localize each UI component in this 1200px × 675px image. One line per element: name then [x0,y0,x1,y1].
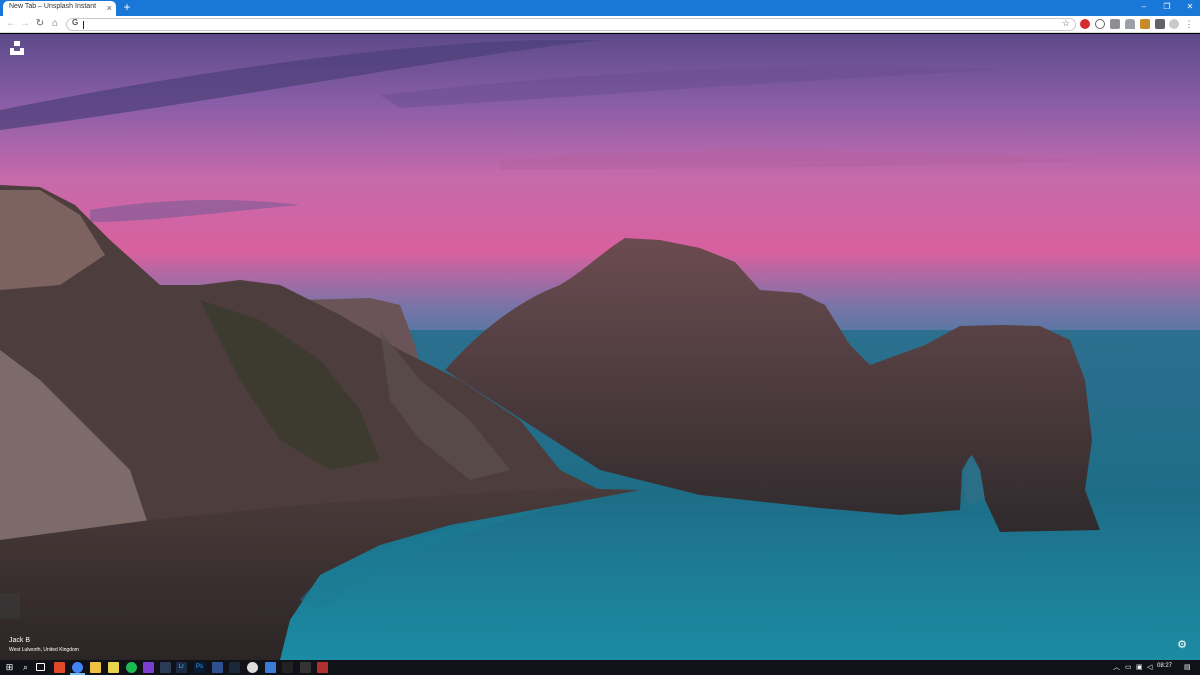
tab-close-icon[interactable]: × [107,2,112,14]
chrome-icon[interactable] [72,662,83,673]
extension-orange-icon[interactable] [1140,19,1150,29]
app-purple-icon[interactable] [143,662,154,673]
tray-app-icon[interactable]: ▣ [1136,663,1143,672]
browser-toolbar: ← → ↻ ⌂ G ☆ ⋮ [0,16,1200,33]
forward-icon[interactable]: → [19,18,31,30]
app-grid-icon[interactable] [265,662,276,673]
text-caret [83,21,84,29]
close-window-button[interactable]: ✕ [1177,0,1200,15]
back-icon[interactable]: ← [5,18,17,30]
address-bar[interactable]: G ☆ [66,18,1076,31]
taskbar-clock[interactable]: 08:27 [1157,663,1172,669]
app-round-icon[interactable] [247,662,258,673]
app-dark-icon[interactable] [160,662,171,673]
brave-browser-icon[interactable] [54,662,65,673]
spotify-icon[interactable] [126,662,137,673]
settings-gear-icon[interactable]: ⚙ [1176,639,1188,651]
extension-red-icon[interactable] [1080,19,1090,29]
bookmark-star-icon[interactable]: ☆ [1062,18,1070,29]
adobe-ps-icon[interactable]: Ps [194,662,205,673]
home-icon[interactable]: ⌂ [49,18,61,30]
tray-network-icon[interactable]: ▭ [1125,663,1132,672]
steam-icon[interactable] [229,662,240,673]
action-center-icon[interactable]: ▤ [1184,663,1191,672]
reload-icon[interactable]: ↻ [34,18,46,30]
app-blue-icon[interactable] [212,662,223,673]
tray-volume-icon[interactable]: ◁ [1147,663,1152,672]
windows-taskbar: ⊞ ⌕ Lr Ps ︿ ▭ ▣ ◁ 08:27 ▤ [0,660,1200,675]
profile-avatar[interactable] [1169,19,1179,29]
photographer-name[interactable]: Jack B [9,637,30,644]
task-view-icon[interactable] [36,663,45,671]
landscape-photo [0,34,1200,660]
new-tab-button[interactable]: + [121,1,133,15]
extensions-puzzle-icon[interactable] [1155,19,1165,29]
browser-titlebar: New Tab – Unsplash Instant × + – ❐ ✕ [0,0,1200,16]
file-explorer-icon[interactable] [90,662,101,673]
app-tool-icon[interactable] [300,662,311,673]
extension-cloud-icon[interactable] [1125,19,1135,29]
extension-shield-icon[interactable] [1110,19,1120,29]
active-tab[interactable]: New Tab – Unsplash Instant × [3,1,116,16]
google-icon: G [72,18,79,27]
extension-info-icon[interactable] [1095,19,1105,29]
search-icon[interactable]: ⌕ [20,662,31,673]
tab-title: New Tab – Unsplash Instant [9,3,97,10]
unsplash-logo-icon[interactable] [9,40,25,56]
unsplash-wallpaper [0,34,1200,660]
tray-chevron-icon[interactable]: ︿ [1113,663,1120,672]
app-text-icon[interactable] [282,662,293,673]
app-red-icon[interactable] [317,662,328,673]
adobe-lr-icon[interactable]: Lr [176,662,187,673]
sticky-notes-icon[interactable] [108,662,119,673]
menu-kebab-icon[interactable]: ⋮ [1184,19,1194,29]
photo-location[interactable]: West Lulworth, United Kingdom [9,647,79,653]
start-windows-icon[interactable]: ⊞ [4,662,15,673]
